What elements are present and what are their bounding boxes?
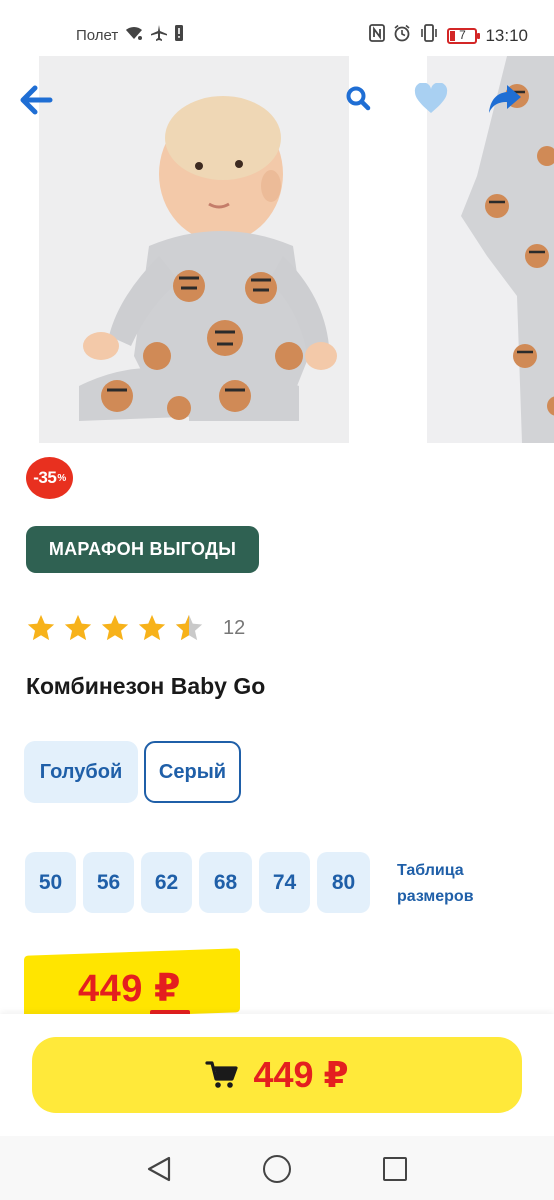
nav-recent-icon[interactable] (383, 1157, 407, 1181)
discount-unit: % (57, 472, 66, 484)
nav-home-icon[interactable] (263, 1155, 291, 1183)
back-button[interactable] (16, 80, 56, 120)
star-full-icon (101, 614, 129, 641)
airplane-mode-label: Полет (76, 27, 119, 44)
size-table-link[interactable]: Таблица размеров (397, 858, 517, 910)
rating[interactable]: 12 (26, 608, 245, 648)
star-half-icon (175, 614, 203, 641)
status-right: 7 13:10 (369, 24, 528, 47)
discount-badge: -35% (26, 457, 73, 499)
product-title: Комбинезон Baby Go (26, 673, 266, 699)
battery-level: 7 (459, 27, 466, 42)
product-gallery[interactable] (0, 56, 554, 444)
add-to-cart-button[interactable]: 449 ₽ (32, 1037, 522, 1113)
share-icon (489, 85, 521, 113)
status-time: 13:10 (485, 25, 528, 45)
share-button[interactable] (484, 78, 526, 120)
alert-icon (174, 24, 184, 47)
favorite-button[interactable] (410, 78, 452, 120)
promo-chip[interactable]: МАРАФОН ВЫГОДЫ (26, 526, 259, 573)
color-option-blue[interactable]: Голубой (24, 741, 138, 803)
search-icon (346, 86, 371, 111)
star-full-icon (64, 614, 92, 641)
battery-icon: 7 (447, 27, 481, 44)
nav-back-icon[interactable] (145, 1156, 173, 1182)
size-option-50[interactable]: 50 (25, 852, 76, 913)
nfc-icon (369, 24, 386, 47)
discount-value: -35 (33, 468, 57, 487)
size-option-74[interactable]: 74 (259, 852, 310, 913)
heart-icon (414, 83, 448, 113)
size-option-68[interactable]: 68 (199, 852, 252, 913)
search-button[interactable] (340, 80, 376, 116)
vibrate-icon (419, 24, 439, 47)
size-option-80[interactable]: 80 (317, 852, 370, 913)
size-option-62[interactable]: 62 (141, 852, 192, 913)
wifi-icon (124, 25, 144, 46)
product-photo-main[interactable] (39, 56, 349, 443)
cart-button-price: 449 ₽ (253, 1054, 349, 1095)
review-count[interactable]: 12 (223, 617, 245, 640)
arrow-left-icon (20, 85, 53, 115)
star-full-icon (27, 614, 55, 641)
color-option-gray[interactable]: Серый (144, 741, 241, 803)
cart-icon (205, 1061, 239, 1088)
size-selector: 50 56 62 68 74 80 (25, 852, 370, 913)
alarm-icon (393, 24, 411, 47)
status-left: Полет (76, 24, 184, 47)
color-selector: Голубой Серый (24, 741, 241, 803)
size-option-56[interactable]: 56 (83, 852, 134, 913)
airplane-icon (150, 24, 168, 47)
star-full-icon (138, 614, 166, 641)
product-price: 449 ₽ (78, 968, 181, 1010)
